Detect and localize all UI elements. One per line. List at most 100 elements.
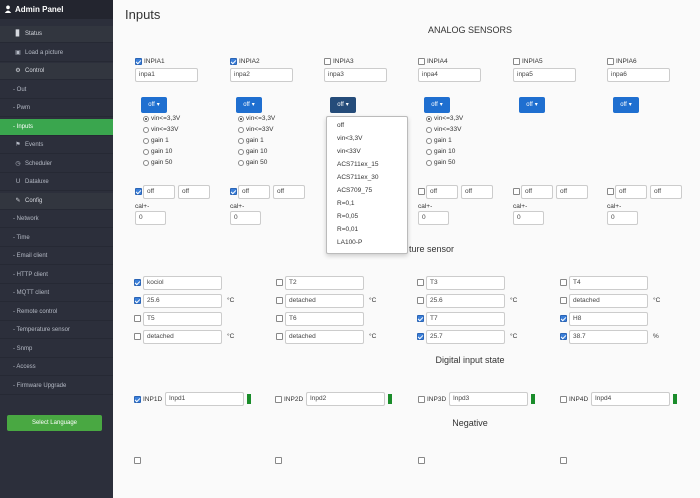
dropdown-option[interactable]: R=0,1 xyxy=(337,200,355,207)
negative-checkbox[interactable] xyxy=(275,457,282,464)
digital-enable-checkbox[interactable] xyxy=(275,396,282,403)
dropdown-option[interactable]: vin<3,3V xyxy=(337,135,362,142)
sidebar-item[interactable]: - Network xyxy=(0,211,113,228)
mode-radio[interactable] xyxy=(426,160,432,166)
sidebar-item[interactable]: - Inputs xyxy=(0,118,113,136)
sensor-name-input[interactable]: T3 xyxy=(426,276,505,290)
analog-enable-checkbox[interactable] xyxy=(324,58,331,65)
sidebar-item[interactable]: - Time xyxy=(0,230,113,247)
sensor-enable-checkbox[interactable] xyxy=(276,315,283,322)
analog-enable-checkbox[interactable] xyxy=(135,58,142,65)
sidebar-item[interactable]: - Snmp xyxy=(0,341,113,358)
sidebar-item[interactable]: - Email client xyxy=(0,248,113,265)
mode-radio[interactable] xyxy=(238,149,244,155)
sensor-enable-checkbox[interactable] xyxy=(276,279,283,286)
cal-input[interactable]: 0 xyxy=(230,211,261,225)
sidebar-item[interactable]: - Pwm xyxy=(0,100,113,117)
offset-input[interactable]: off xyxy=(238,185,270,199)
digital-name-input[interactable]: Inpd2 xyxy=(306,392,385,406)
digital-enable-checkbox[interactable] xyxy=(418,396,425,403)
offset-input[interactable]: off xyxy=(426,185,458,199)
sensor-name-input[interactable]: T7 xyxy=(426,312,505,326)
negative-checkbox[interactable] xyxy=(560,457,567,464)
sensor-name-input[interactable]: H8 xyxy=(569,312,648,326)
sidebar-item[interactable]: - Temperature sensor xyxy=(0,322,113,339)
offset-input-2[interactable]: off xyxy=(178,185,210,199)
dropdown-option[interactable]: vin<33V xyxy=(337,148,361,155)
sensor-name-input[interactable]: kociol xyxy=(143,276,222,290)
sidebar-item[interactable]: - Firmware Upgrade xyxy=(0,378,113,395)
dropdown-option[interactable]: LA100-P xyxy=(337,239,362,246)
cal-input[interactable]: 0 xyxy=(418,211,449,225)
offset-input-2[interactable]: off xyxy=(650,185,682,199)
sidebar-item[interactable]: - Access xyxy=(0,359,113,376)
sensor-name-input[interactable]: T4 xyxy=(569,276,648,290)
negative-checkbox[interactable] xyxy=(418,457,425,464)
digital-enable-checkbox[interactable] xyxy=(560,396,567,403)
mode-dropdown-button[interactable]: off ▾ xyxy=(424,97,450,113)
digital-name-input[interactable]: Inpd1 xyxy=(165,392,244,406)
select-language-button[interactable]: Select Language xyxy=(7,415,102,431)
sidebar-item[interactable]: - MQTT client xyxy=(0,285,113,302)
dropdown-option[interactable]: off xyxy=(337,122,344,129)
mode-radio[interactable] xyxy=(238,138,244,144)
analog-enable-checkbox[interactable] xyxy=(513,58,520,65)
sidebar-item[interactable]: ◷ Scheduler xyxy=(0,156,113,173)
mode-radio[interactable] xyxy=(238,160,244,166)
dropdown-option[interactable]: ACS709_75 xyxy=(337,187,372,194)
dropdown-option[interactable]: ACS711ex_15 xyxy=(337,161,378,168)
sidebar-item[interactable]: - HTTP client xyxy=(0,267,113,284)
sidebar-item[interactable]: ▊ Status xyxy=(0,26,113,43)
sensor-value-checkbox[interactable] xyxy=(134,297,141,304)
sensor-value-checkbox[interactable] xyxy=(134,333,141,340)
sidebar-brand[interactable]: Admin Panel xyxy=(0,0,113,19)
mode-radio[interactable] xyxy=(426,116,432,122)
sidebar-item[interactable]: ⚑ Events xyxy=(0,137,113,154)
digital-name-input[interactable]: Inpd3 xyxy=(449,392,528,406)
mode-dropdown-button[interactable]: off ▾ xyxy=(236,97,262,113)
analog-enable-checkbox[interactable] xyxy=(230,58,237,65)
analog-name-input[interactable]: inpa4 xyxy=(418,68,481,82)
sensor-enable-checkbox[interactable] xyxy=(560,279,567,286)
offset-input-2[interactable]: off xyxy=(461,185,493,199)
mode-radio[interactable] xyxy=(143,127,149,133)
digital-name-input[interactable]: Inpd4 xyxy=(591,392,670,406)
mode-radio[interactable] xyxy=(426,127,432,133)
sensor-value-checkbox[interactable] xyxy=(417,297,424,304)
offset-checkbox[interactable] xyxy=(513,188,520,195)
offset-input-2[interactable]: off xyxy=(273,185,305,199)
offset-checkbox[interactable] xyxy=(418,188,425,195)
sensor-enable-checkbox[interactable] xyxy=(417,315,424,322)
sensor-value-checkbox[interactable] xyxy=(560,333,567,340)
mode-dropdown-button[interactable]: off ▾ xyxy=(330,97,356,113)
sidebar-item[interactable]: ✎ Config xyxy=(0,192,113,210)
sensor-value-checkbox[interactable] xyxy=(276,297,283,304)
sidebar-item[interactable]: U Dataluxe xyxy=(0,174,113,191)
mode-radio[interactable] xyxy=(238,116,244,122)
digital-enable-checkbox[interactable] xyxy=(134,396,141,403)
sidebar-item[interactable]: ▣ Load a picture xyxy=(0,45,113,62)
analog-name-input[interactable]: inpa1 xyxy=(135,68,198,82)
sidebar-item[interactable]: - Remote control xyxy=(0,304,113,321)
offset-input[interactable]: off xyxy=(615,185,647,199)
mode-radio[interactable] xyxy=(238,127,244,133)
mode-radio[interactable] xyxy=(143,138,149,144)
analog-name-input[interactable]: inpa2 xyxy=(230,68,293,82)
sensor-name-input[interactable]: T5 xyxy=(143,312,222,326)
sensor-value-checkbox[interactable] xyxy=(560,297,567,304)
analog-enable-checkbox[interactable] xyxy=(418,58,425,65)
sensor-value-checkbox[interactable] xyxy=(417,333,424,340)
analog-name-input[interactable]: inpa6 xyxy=(607,68,670,82)
dropdown-option[interactable]: R=0,05 xyxy=(337,213,358,220)
sensor-enable-checkbox[interactable] xyxy=(417,279,424,286)
sidebar-item[interactable]: ⚙ Control xyxy=(0,63,113,80)
offset-checkbox[interactable] xyxy=(230,188,237,195)
sensor-enable-checkbox[interactable] xyxy=(134,315,141,322)
mode-dropdown-button[interactable]: off ▾ xyxy=(519,97,545,113)
mode-dropdown-button[interactable]: off ▾ xyxy=(141,97,167,113)
cal-input[interactable]: 0 xyxy=(135,211,166,225)
analog-name-input[interactable]: inpa3 xyxy=(324,68,387,82)
cal-input[interactable]: 0 xyxy=(607,211,638,225)
sidebar-item[interactable]: - Out xyxy=(0,82,113,99)
analog-name-input[interactable]: inpa5 xyxy=(513,68,576,82)
